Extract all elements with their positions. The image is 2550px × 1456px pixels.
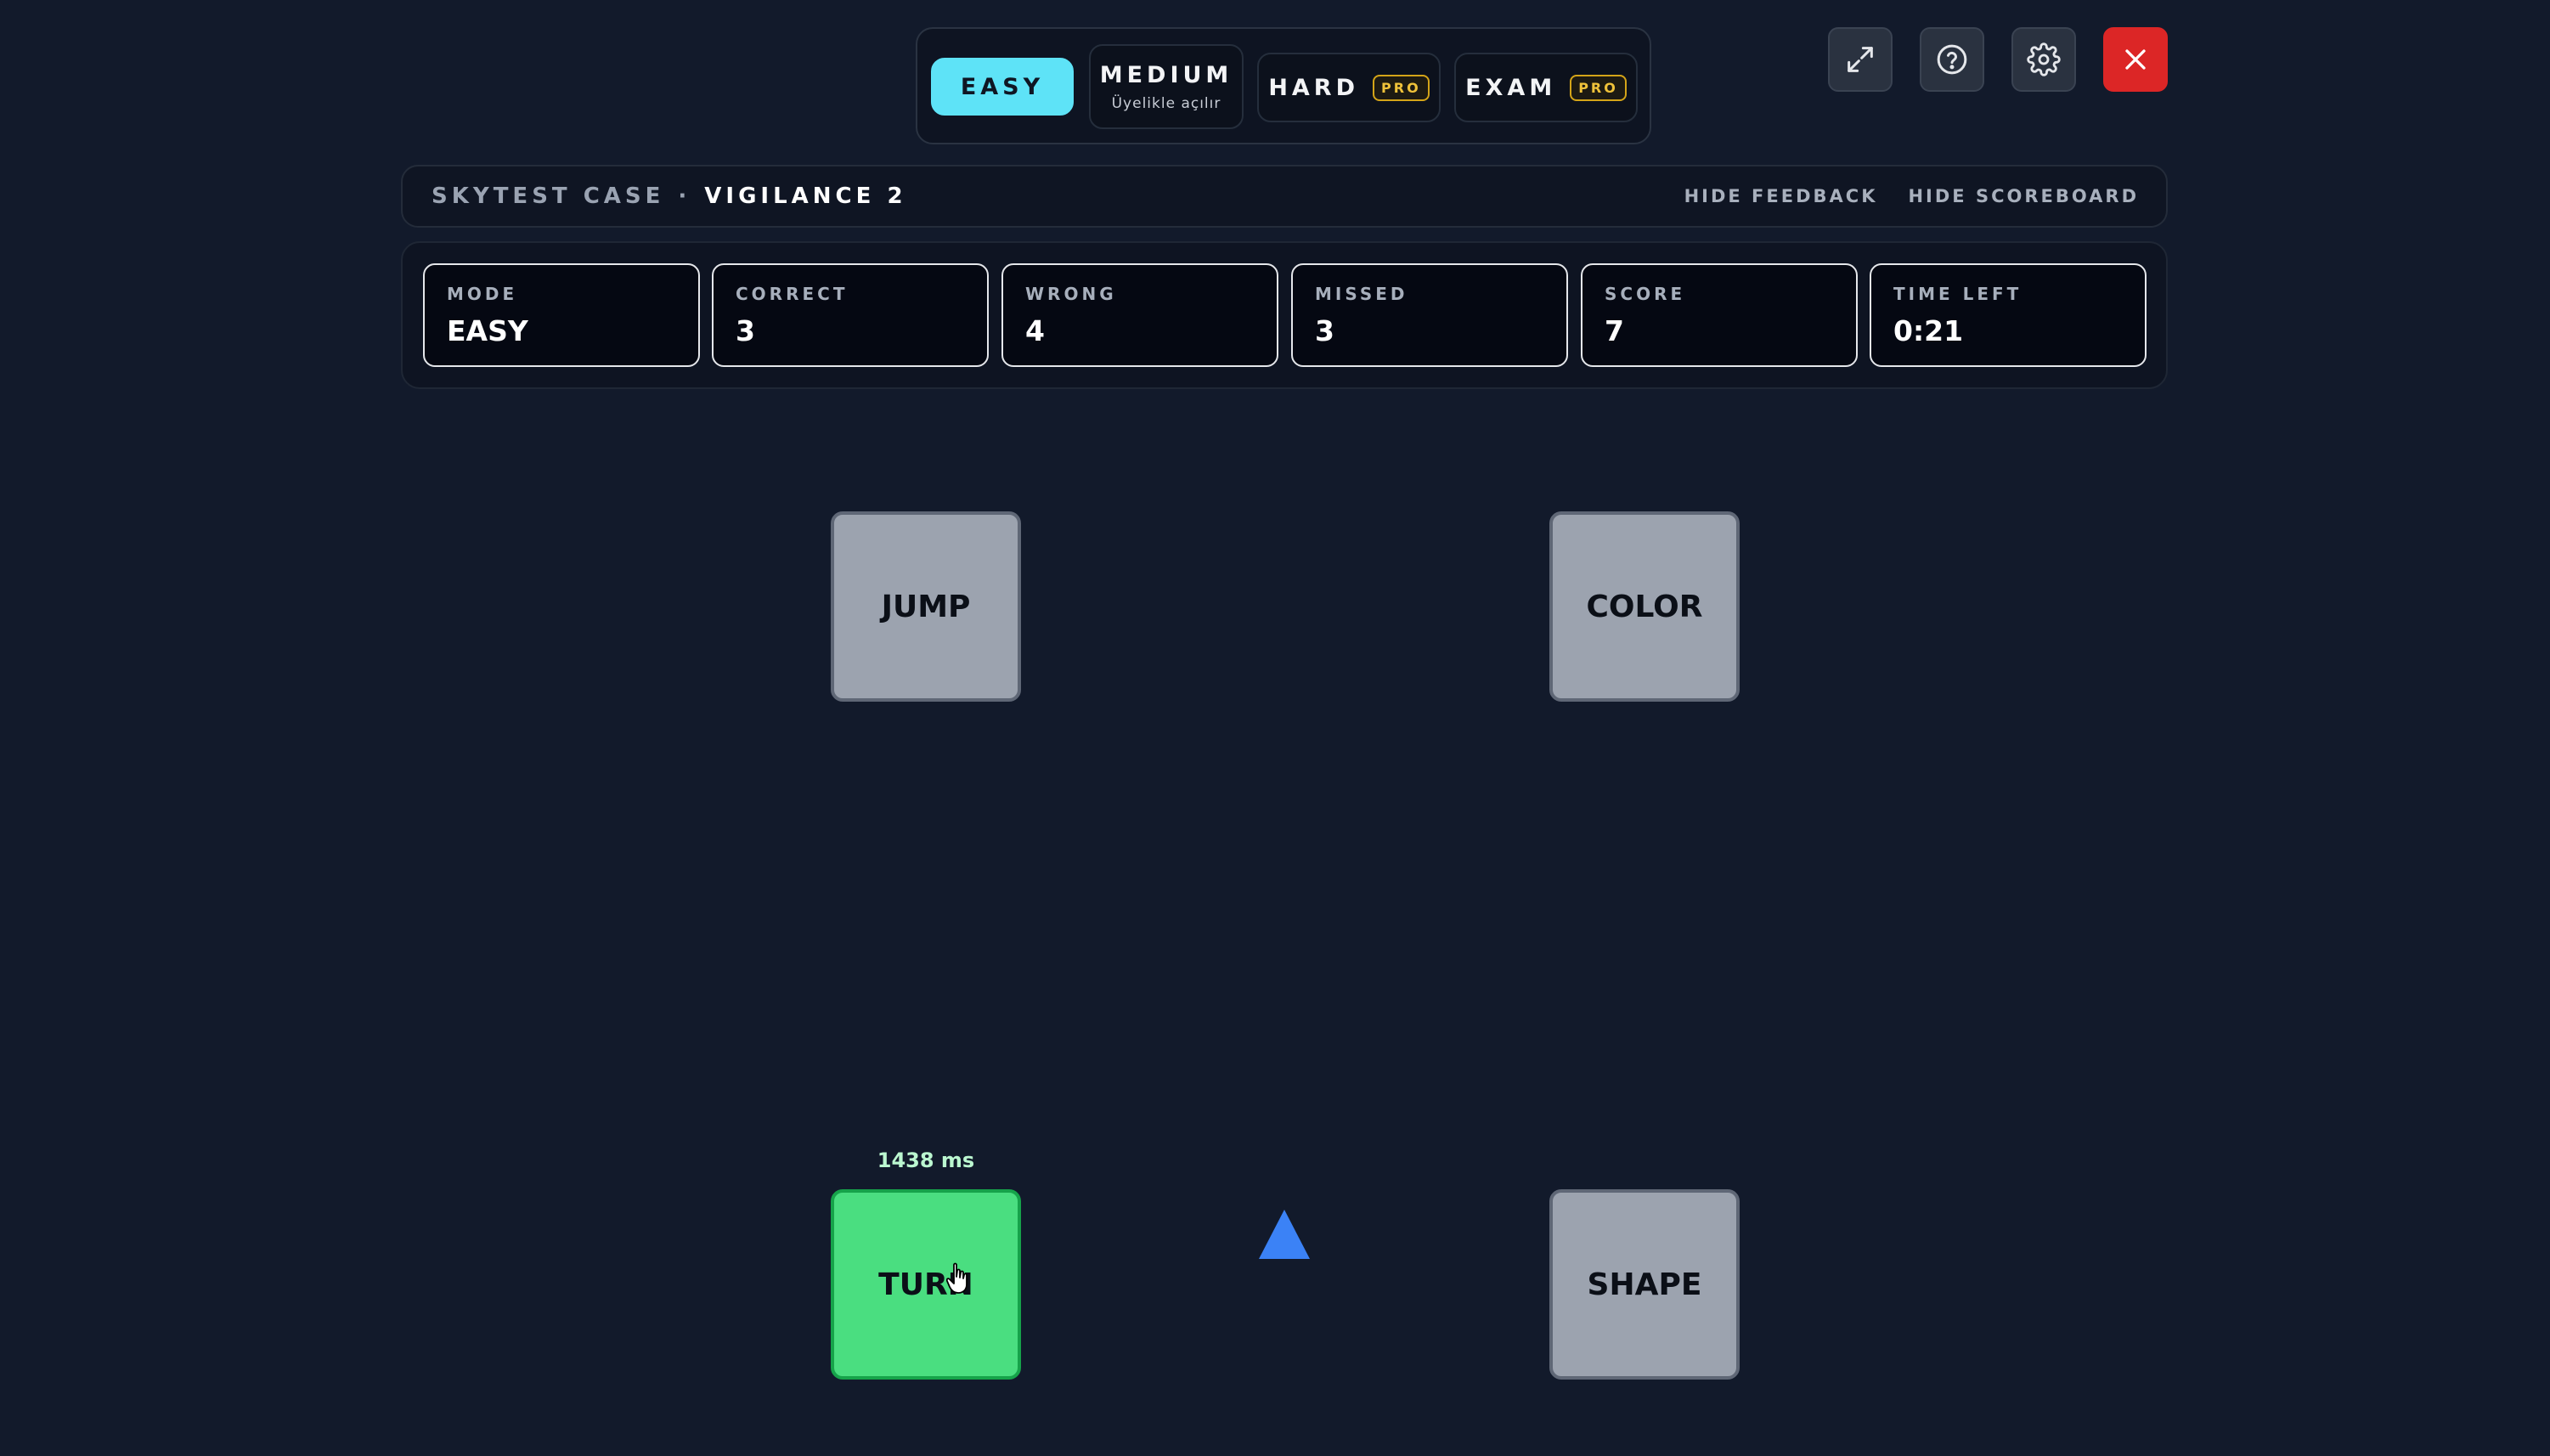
stat-value: 0:21 [1893,314,1964,347]
color-tile[interactable]: COLOR [1549,511,1740,702]
help-button[interactable] [1920,27,1984,92]
game-screen: EASY MEDIUM Üyelikle açılır HARD PRO EXA… [0,0,2550,1456]
test-title-bar: SKYTEST CASE · VIGILANCE 2 HIDE FEEDBACK… [401,165,2168,228]
hide-scoreboard-link[interactable]: HIDE SCOREBOARD [1908,186,2139,206]
color-tile-label: COLOR [1586,589,1703,624]
tab-hard-label: HARD [1268,74,1360,101]
shape-tile-label: SHAPE [1587,1267,1702,1302]
scoreboard: MODE EASY CORRECT 3 WRONG 4 MISSED 3 SCO… [401,241,2168,389]
close-button[interactable] [2103,27,2168,92]
difficulty-selector: EASY MEDIUM Üyelikle açılır HARD PRO EXA… [916,27,1651,144]
help-icon [1937,44,1967,75]
settings-button[interactable] [2011,27,2076,92]
tab-medium-label: MEDIUM [1099,61,1233,88]
pro-badge: PRO [1373,74,1430,101]
hand-cursor-icon [946,1262,968,1294]
stat-value: 7 [1605,314,1624,347]
case-label: SKYTEST CASE [432,183,665,209]
triangle-stimulus [1259,1210,1310,1259]
test-title: SKYTEST CASE · VIGILANCE 2 [432,166,907,226]
stat-value: 4 [1025,314,1045,347]
reaction-time-feedback: 1438 ms [877,1148,975,1172]
test-name: VIGILANCE 2 [704,183,907,209]
tab-easy[interactable]: EASY [931,58,1074,116]
stat-label: TIME LEFT [1893,284,2023,304]
stat-time-left: TIME LEFT 0:21 [1870,263,2147,367]
title-separator: · [678,183,691,209]
close-icon [2125,49,2146,70]
stat-score: SCORE 7 [1581,263,1858,367]
tab-medium[interactable]: MEDIUM Üyelikle açılır [1089,44,1244,129]
jump-tile[interactable]: JUMP [831,511,1021,702]
turn-tile[interactable]: TURN [831,1189,1021,1380]
stat-missed: MISSED 3 [1291,263,1568,367]
tab-exam[interactable]: EXAM PRO [1454,53,1638,122]
stat-mode: MODE EASY [423,263,700,367]
stat-value: 3 [736,314,755,347]
tab-exam-label: EXAM [1465,74,1557,101]
stat-value: EASY [447,314,528,347]
stat-label: WRONG [1025,284,1117,304]
hide-feedback-link[interactable]: HIDE FEEDBACK [1684,186,1878,206]
settings-icon [2027,42,2061,76]
display-toggles: HIDE FEEDBACK HIDE SCOREBOARD [1684,166,2139,226]
stat-label: MISSED [1315,284,1408,304]
shape-tile[interactable]: SHAPE [1549,1189,1740,1380]
stat-label: MODE [447,284,518,304]
tab-medium-sublabel: Üyelikle açılır [1111,94,1221,112]
stat-correct: CORRECT 3 [712,263,989,367]
fullscreen-button[interactable] [1828,27,1893,92]
stat-label: CORRECT [736,284,849,304]
stat-label: SCORE [1605,284,1686,304]
tab-easy-label: EASY [960,73,1045,100]
stat-value: 3 [1315,314,1334,347]
pro-badge: PRO [1570,74,1627,101]
tab-hard[interactable]: HARD PRO [1257,53,1441,122]
expand-icon [1848,47,1873,72]
stat-wrong: WRONG 4 [1001,263,1278,367]
jump-tile-label: JUMP [881,589,971,624]
